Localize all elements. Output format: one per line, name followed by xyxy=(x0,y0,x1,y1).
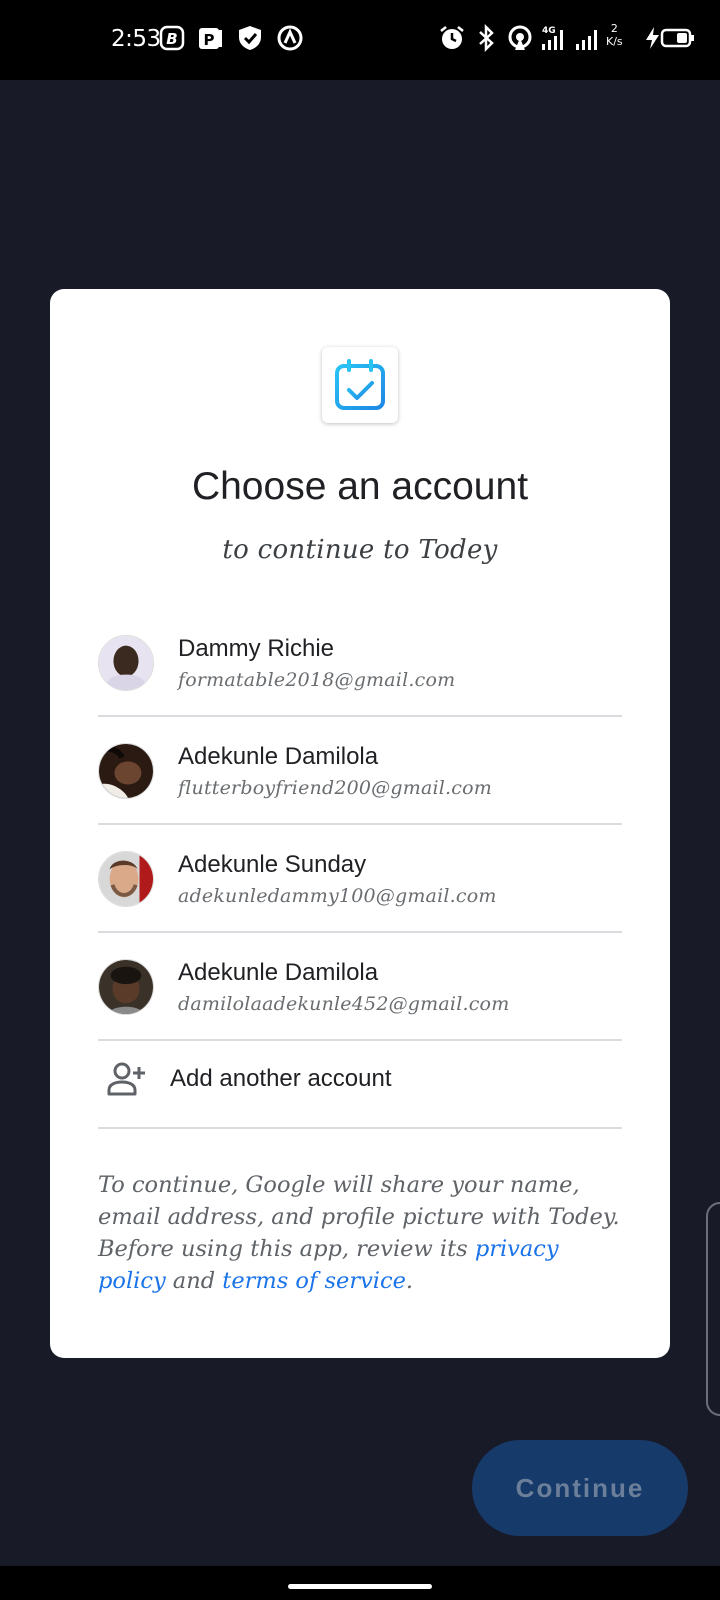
account-item-adekunle-damilola[interactable]: Adekunle Damilola flutterboyfriend200@gm… xyxy=(98,717,622,825)
svg-text:B: B xyxy=(166,30,177,48)
network-speed-unit: K/s xyxy=(606,35,623,48)
account-item-adekunle-damilola-2[interactable]: Adekunle Damilola damilolaadekunle452@gm… xyxy=(98,933,622,1041)
network-speed: 2 K/s xyxy=(606,22,623,48)
continue-button[interactable]: Continue xyxy=(472,1440,688,1536)
account-email: damilolaadekunle452@gmail.com xyxy=(178,993,510,1015)
battery-icon xyxy=(660,24,696,52)
avatar xyxy=(98,743,154,799)
terms-of-service-link[interactable]: terms of service xyxy=(222,1268,406,1294)
consent-text-and: and xyxy=(165,1268,223,1294)
account-chooser-dialog: Choose an account to continue to Todey D… xyxy=(50,289,670,1358)
app-logo xyxy=(322,347,398,423)
avatar xyxy=(98,635,154,691)
add-account-button[interactable]: Add another account xyxy=(98,1033,622,1129)
account-item-adekunle-sunday[interactable]: Adekunle Sunday adekunledammy100@gmail.c… xyxy=(98,825,622,933)
account-email: formatable2018@gmail.com xyxy=(178,669,456,691)
dialog-subtitle: to continue to Todey xyxy=(222,535,498,565)
alarm-icon xyxy=(438,24,466,52)
vpn-icon xyxy=(276,24,304,52)
status-time: 2:53 xyxy=(111,26,161,52)
signal-4g-icon: 4G xyxy=(540,24,568,52)
network-speed-value: 2 xyxy=(610,22,618,35)
avatar xyxy=(98,959,154,1015)
account-email: flutterboyfriend200@gmail.com xyxy=(178,777,492,799)
navigation-bar xyxy=(0,1566,720,1600)
bluetooth-icon xyxy=(472,24,500,52)
home-gesture-bar[interactable] xyxy=(288,1584,432,1589)
hotspot-icon xyxy=(506,24,534,52)
consent-text-end: . xyxy=(405,1268,414,1294)
side-panel-handle[interactable] xyxy=(706,1202,720,1416)
consent-text: To continue, Google will share your name… xyxy=(98,1169,622,1297)
parking-icon: P xyxy=(196,24,224,52)
person-add-icon xyxy=(107,1062,145,1096)
calendar-check-icon xyxy=(335,359,385,410)
account-name: Adekunle Damilola xyxy=(178,959,379,986)
account-name: Adekunle Damilola xyxy=(178,743,379,770)
notification-b-icon: B xyxy=(158,24,186,52)
account-name: Dammy Richie xyxy=(178,635,335,662)
svg-text:P: P xyxy=(204,31,215,49)
dialog-title: Choose an account xyxy=(191,465,529,508)
account-item-dammy-richie[interactable]: Dammy Richie formatable2018@gmail.com xyxy=(98,609,622,717)
shield-icon xyxy=(236,24,264,52)
signal-icon xyxy=(574,24,602,52)
status-bar: 2:53 B P 4G 2 K/s xyxy=(0,0,720,80)
avatar xyxy=(98,851,154,907)
account-email: adekunledammy100@gmail.com xyxy=(178,885,497,907)
svg-text:4G: 4G xyxy=(542,26,556,36)
add-account-label: Add another account xyxy=(170,1065,392,1092)
account-name: Adekunle Sunday xyxy=(178,851,367,878)
